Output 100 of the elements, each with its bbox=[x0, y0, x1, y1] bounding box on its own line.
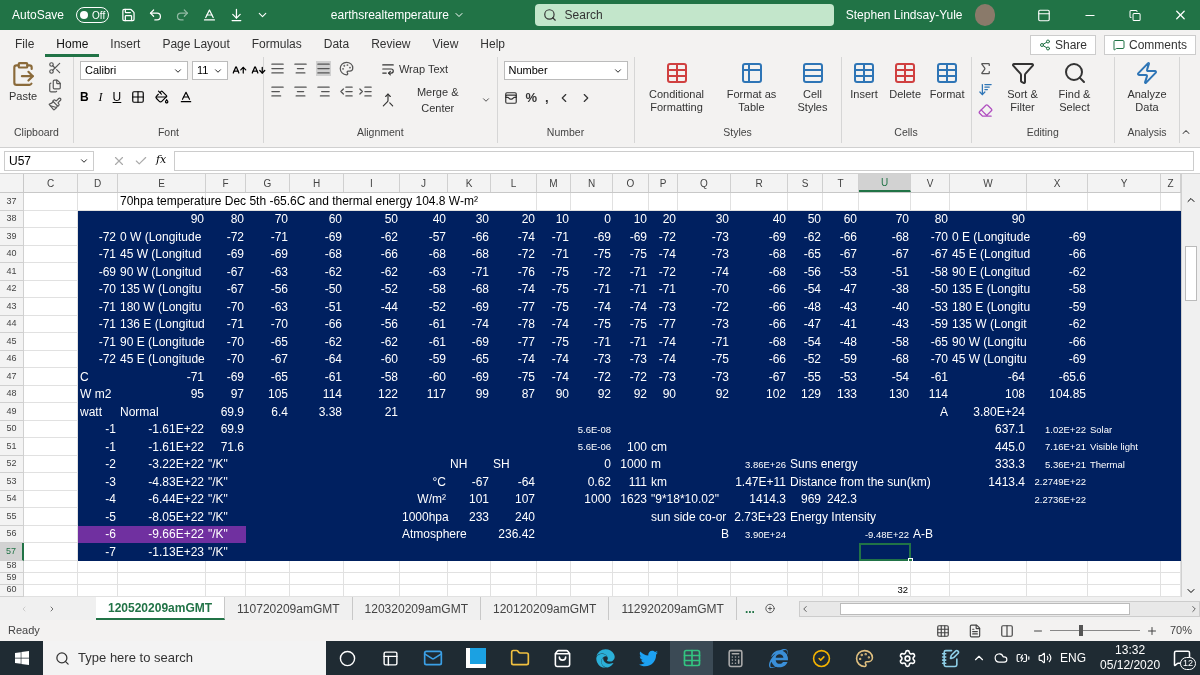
browser-icon[interactable] bbox=[596, 648, 616, 668]
scrollbar-thumb[interactable] bbox=[839, 602, 1130, 615]
empty-cell[interactable] bbox=[118, 584, 206, 597]
merge-center-button[interactable]: Merge & Center bbox=[380, 83, 491, 117]
column-header[interactable]: F bbox=[206, 174, 246, 192]
outdent-icon[interactable] bbox=[338, 84, 354, 99]
number-style-button[interactable]: % bbox=[525, 88, 538, 108]
empty-cell[interactable] bbox=[571, 584, 613, 597]
empty-cell[interactable] bbox=[788, 560, 823, 573]
empty-cell[interactable] bbox=[537, 572, 571, 585]
paint-icon[interactable] bbox=[854, 648, 874, 668]
ribbon-button[interactable]: Format as Table bbox=[720, 61, 783, 114]
zoom-slider-thumb[interactable] bbox=[1079, 625, 1084, 636]
more-sheets[interactable]: ... bbox=[744, 599, 755, 618]
copy-icon[interactable] bbox=[48, 79, 62, 93]
empty-cell[interactable] bbox=[1027, 572, 1088, 585]
row-header[interactable]: 45 bbox=[0, 333, 24, 351]
align-center-icon[interactable] bbox=[292, 84, 308, 99]
scroll-right-icon[interactable] bbox=[1189, 603, 1199, 614]
row-header[interactable]: 47 bbox=[0, 368, 24, 386]
menu-tab[interactable]: Insert bbox=[99, 33, 152, 57]
number-format-field[interactable]: Number bbox=[503, 61, 628, 80]
empty-cell[interactable] bbox=[859, 560, 911, 573]
column-header[interactable]: W bbox=[950, 174, 1027, 192]
empty-cell[interactable] bbox=[1088, 560, 1161, 573]
page-break-icon[interactable] bbox=[999, 623, 1014, 638]
empty-cell[interactable] bbox=[731, 572, 788, 585]
empty-cell[interactable] bbox=[344, 560, 400, 573]
empty-cell[interactable] bbox=[571, 560, 613, 573]
empty-cell[interactable] bbox=[788, 572, 823, 585]
download-icon[interactable] bbox=[228, 7, 244, 23]
empty-cell[interactable] bbox=[613, 560, 649, 573]
empty-cell[interactable] bbox=[859, 193, 911, 211]
spreadsheet-app-icon[interactable] bbox=[681, 648, 702, 668]
ribbon-button[interactable]: Find & Select bbox=[1052, 61, 1097, 114]
page-layout-icon[interactable] bbox=[967, 623, 982, 638]
row-header[interactable]: 51 bbox=[0, 438, 24, 456]
normal-view-icon[interactable] bbox=[935, 623, 950, 638]
menu-tab[interactable]: View bbox=[421, 33, 470, 57]
empty-cell[interactable] bbox=[678, 193, 731, 211]
empty-cell[interactable] bbox=[859, 572, 911, 585]
cut-icon[interactable] bbox=[48, 61, 62, 75]
empty-cell[interactable] bbox=[788, 193, 823, 211]
font-style-button[interactable]: U bbox=[112, 88, 122, 106]
wrap-text-button[interactable]: Wrap Text bbox=[380, 61, 491, 78]
font-color-icon[interactable] bbox=[201, 7, 217, 23]
empty-cell[interactable] bbox=[911, 584, 950, 597]
column-header[interactable]: J bbox=[400, 174, 448, 192]
empty-cell[interactable] bbox=[571, 193, 613, 211]
empty-cell[interactable] bbox=[78, 560, 118, 573]
empty-cell[interactable] bbox=[823, 584, 859, 597]
cortana-icon[interactable] bbox=[338, 649, 356, 667]
empty-cell[interactable] bbox=[206, 560, 246, 573]
empty-cell[interactable] bbox=[448, 560, 491, 573]
empty-cell[interactable] bbox=[571, 572, 613, 585]
fill-icon[interactable] bbox=[977, 82, 993, 97]
task-view-icon[interactable] bbox=[381, 649, 399, 667]
empty-cell[interactable] bbox=[78, 193, 118, 211]
format-painter-icon[interactable] bbox=[48, 97, 62, 111]
column-header[interactable]: M bbox=[537, 174, 571, 192]
empty-cell[interactable] bbox=[206, 584, 246, 597]
empty-cell[interactable] bbox=[78, 572, 118, 585]
start-icon[interactable] bbox=[13, 650, 30, 666]
scrollbar-thumb[interactable] bbox=[1185, 246, 1197, 301]
empty-cell[interactable] bbox=[118, 572, 206, 585]
empty-cell[interactable] bbox=[246, 560, 290, 573]
row-header[interactable]: 49 bbox=[0, 403, 24, 421]
font-style-button[interactable]: I bbox=[98, 88, 103, 106]
empty-cell[interactable] bbox=[491, 560, 537, 573]
column-header[interactable]: X bbox=[1027, 174, 1088, 192]
empty-cell[interactable] bbox=[491, 584, 537, 597]
empty-cell[interactable] bbox=[491, 572, 537, 585]
align-right-icon[interactable] bbox=[315, 84, 331, 99]
font-color-icon[interactable] bbox=[179, 90, 194, 104]
column-header[interactable]: P bbox=[649, 174, 678, 192]
font-field[interactable]: Calibri bbox=[79, 61, 188, 80]
menu-tab[interactable]: Formulas bbox=[240, 33, 313, 57]
empty-cell[interactable] bbox=[448, 584, 491, 597]
ribbon-button[interactable]: Paste bbox=[6, 61, 40, 103]
ribbon-button[interactable]: Conditional Formatting bbox=[640, 61, 713, 114]
empty-cell[interactable] bbox=[731, 584, 788, 597]
empty-cell[interactable] bbox=[649, 560, 678, 573]
share-button[interactable]: Share bbox=[1029, 35, 1096, 55]
empty-cell[interactable] bbox=[290, 572, 344, 585]
empty-cell[interactable] bbox=[678, 572, 731, 585]
volume-icon[interactable] bbox=[1038, 651, 1053, 665]
mail-icon[interactable] bbox=[423, 648, 444, 668]
empty-cell[interactable] bbox=[823, 572, 859, 585]
notepad-icon[interactable] bbox=[941, 648, 960, 668]
empty-cell[interactable] bbox=[788, 584, 823, 597]
column-header[interactable]: E bbox=[118, 174, 206, 192]
add-sheet-icon[interactable] bbox=[764, 601, 775, 616]
app-icon[interactable] bbox=[466, 648, 487, 668]
empty-cell[interactable] bbox=[537, 193, 571, 211]
empty-cell[interactable] bbox=[206, 572, 246, 585]
currency-icon[interactable] bbox=[503, 90, 518, 105]
restore-icon[interactable] bbox=[1129, 8, 1142, 22]
empty-cell[interactable] bbox=[448, 572, 491, 585]
row-header[interactable]: 39 bbox=[0, 228, 24, 246]
empty-cell[interactable] bbox=[1088, 572, 1161, 585]
